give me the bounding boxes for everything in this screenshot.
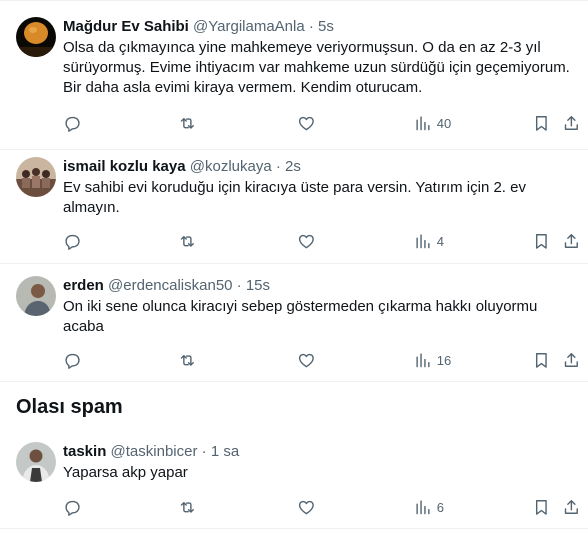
analytics-icon: [416, 353, 430, 367]
timestamp[interactable]: 15s: [246, 277, 270, 294]
separator-dot: ·: [275, 158, 281, 175]
retweet-button[interactable]: [178, 113, 197, 133]
person-avatar-icon: [16, 276, 56, 316]
views-button[interactable]: 40: [414, 113, 451, 133]
share-icon: [564, 233, 578, 248]
tweet-text: Ev sahibi evi koruduğu için kiracıya üst…: [63, 179, 526, 216]
tweet[interactable]: taskin @taskinbicer · 1 sa Yaparsa akp y…: [0, 430, 588, 529]
like-button[interactable]: [297, 113, 316, 133]
timestamp[interactable]: 5s: [318, 18, 334, 35]
author-name[interactable]: Mağdur Ev Sahibi: [63, 18, 189, 35]
views-count: 4: [436, 233, 444, 249]
like-button[interactable]: [297, 497, 316, 517]
bookmark-icon: [535, 499, 547, 515]
reply-button[interactable]: [63, 497, 82, 517]
share-button[interactable]: [562, 231, 581, 251]
reply-button[interactable]: [63, 350, 82, 370]
reply-button[interactable]: [63, 113, 82, 133]
analytics-icon: [416, 234, 430, 248]
bookmark-button[interactable]: [532, 350, 551, 370]
share-button[interactable]: [562, 113, 581, 133]
views-count: 6: [436, 499, 444, 515]
person-avatar-icon: [16, 442, 56, 482]
analytics-icon: [416, 500, 430, 514]
author-handle[interactable]: @YargilamaAnla: [193, 18, 305, 35]
bookmark-icon: [535, 352, 547, 368]
like-button[interactable]: [297, 231, 316, 251]
bookmark-button[interactable]: [532, 231, 551, 251]
views-count: 16: [436, 352, 452, 368]
section-divider: [0, 381, 588, 382]
share-button[interactable]: [562, 497, 581, 517]
retweet-button[interactable]: [178, 497, 197, 517]
bookmark-button[interactable]: [532, 113, 551, 133]
analytics-icon: [416, 116, 430, 130]
avatar[interactable]: [16, 157, 56, 197]
heart-icon: [298, 234, 314, 248]
reply-icon: [65, 116, 80, 132]
author-name[interactable]: taskin: [63, 443, 106, 460]
share-icon: [564, 115, 578, 130]
like-button[interactable]: [297, 350, 316, 370]
tweet-text: On iki sene olunca kiracıyi sebep göster…: [63, 298, 538, 335]
heart-icon: [298, 500, 314, 514]
reply-button[interactable]: [63, 231, 82, 251]
reply-icon: [65, 353, 80, 369]
share-icon: [564, 352, 578, 367]
avatar[interactable]: [16, 17, 56, 57]
author-name[interactable]: ismail kozlu kaya: [63, 158, 186, 175]
tweet[interactable]: Mağdur Ev Sahibi @YargilamaAnla · 5s Ols…: [0, 1, 588, 150]
author-name[interactable]: erden: [63, 277, 104, 294]
timestamp[interactable]: 2s: [285, 158, 301, 175]
heart-icon: [298, 116, 314, 130]
group-photo-avatar-icon: [16, 157, 56, 197]
views-button[interactable]: 4: [414, 231, 444, 251]
separator-dot: ·: [308, 18, 314, 35]
avatar[interactable]: [16, 276, 56, 316]
separator-dot: ·: [201, 443, 207, 460]
heart-icon: [298, 353, 314, 367]
tweet[interactable]: erden @erdencaliskan50 · 15s On iki sene…: [0, 264, 588, 381]
bookmark-icon: [535, 115, 547, 131]
share-button[interactable]: [562, 350, 581, 370]
bookmark-button[interactable]: [532, 497, 551, 517]
tweet-text: Olsa da çıkmayınca yine mahkemeye veriyo…: [63, 39, 570, 96]
retweet-icon: [180, 235, 194, 247]
reply-icon: [65, 234, 80, 250]
retweet-button[interactable]: [178, 350, 197, 370]
views-count: 40: [436, 115, 452, 131]
retweet-icon: [180, 117, 194, 129]
bookmark-icon: [535, 233, 547, 249]
separator-dot: ·: [236, 277, 242, 294]
share-icon: [564, 499, 578, 514]
avatar[interactable]: [16, 442, 56, 482]
moon-avatar-icon: [16, 17, 56, 57]
reply-icon: [65, 500, 80, 516]
tweet-text: Yaparsa akp yapar: [63, 464, 188, 481]
author-handle[interactable]: @kozlukaya: [190, 158, 272, 175]
retweet-button[interactable]: [178, 231, 197, 251]
retweet-icon: [180, 354, 194, 366]
retweet-icon: [180, 501, 194, 513]
author-handle[interactable]: @taskinbicer: [111, 443, 198, 460]
timestamp[interactable]: 1 sa: [211, 443, 239, 460]
views-button[interactable]: 16: [414, 350, 451, 370]
tweet[interactable]: ismail kozlu kaya @kozlukaya · 2s Ev sah…: [0, 150, 588, 264]
author-handle[interactable]: @erdencaliskan50: [108, 277, 232, 294]
spam-section-title: Olası spam: [16, 396, 123, 418]
views-button[interactable]: 6: [414, 497, 444, 517]
